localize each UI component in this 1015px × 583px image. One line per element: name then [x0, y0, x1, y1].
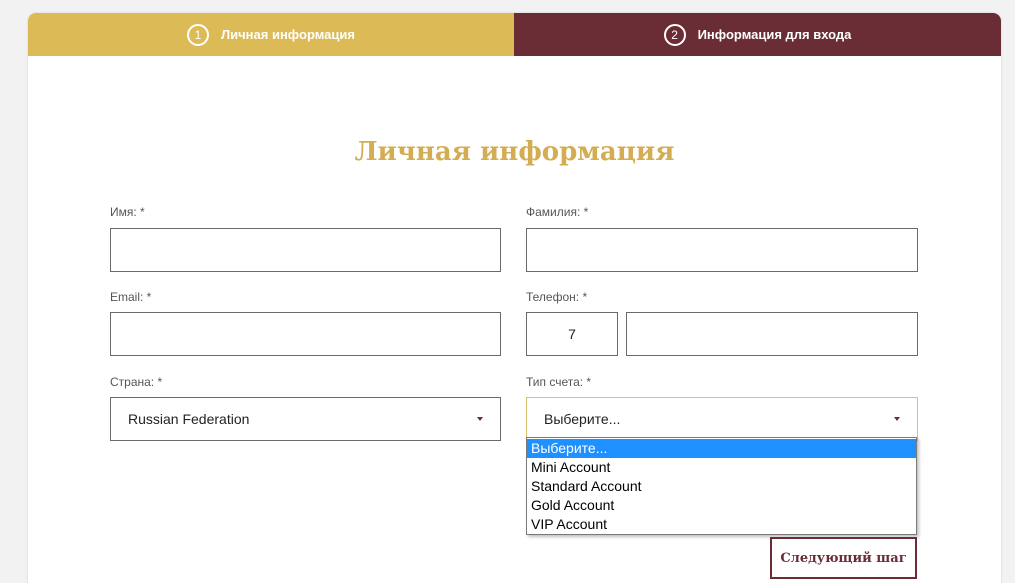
first-name-input[interactable]	[110, 228, 501, 272]
account-type-label: Тип счета: *	[526, 375, 592, 389]
step-number-circle: 1	[187, 23, 210, 46]
step-label: Информация для входа	[697, 27, 852, 42]
country-select[interactable]: Russian Federation	[110, 397, 501, 441]
next-step-button[interactable]: Следующий шаг	[770, 537, 917, 579]
account-type-dropdown: Выберите... Mini Account Standard Accoun…	[526, 437, 917, 535]
phone-label: Телефон: *	[526, 290, 588, 304]
page-title: Личная информация	[354, 137, 675, 167]
country-label: Страна: *	[110, 375, 163, 389]
last-name-input[interactable]	[526, 228, 918, 272]
country-selected-value: Russian Federation	[128, 411, 250, 427]
email-input[interactable]	[110, 312, 501, 356]
dropdown-option[interactable]: Gold Account	[527, 496, 916, 515]
step-tab-personal-info[interactable]: 1 Личная информация	[28, 13, 514, 56]
step-number-circle: 2	[663, 23, 686, 46]
account-type-select[interactable]: Выберите...	[526, 397, 918, 441]
step-label: Личная информация	[221, 27, 355, 42]
step-tab-login-info[interactable]: 2 Информация для входа	[514, 13, 1001, 56]
phone-code-input[interactable]: 7	[526, 312, 618, 356]
registration-card: 1 Личная информация 2 Информация для вхо…	[28, 13, 1001, 583]
phone-code-value: 7	[568, 326, 576, 342]
dropdown-option[interactable]: Standard Account	[527, 477, 916, 496]
caret-down-icon	[894, 417, 900, 421]
first-name-label: Имя: *	[110, 205, 145, 219]
dropdown-option[interactable]: VIP Account	[527, 515, 916, 534]
step-tabs: 1 Личная информация 2 Информация для вхо…	[28, 13, 1001, 56]
phone-number-input[interactable]	[626, 312, 918, 356]
dropdown-option[interactable]: Выберите...	[527, 439, 916, 458]
last-name-label: Фамилия: *	[526, 205, 589, 219]
email-label: Email: *	[110, 290, 152, 304]
account-type-selected-value: Выберите...	[544, 411, 621, 427]
dropdown-option[interactable]: Mini Account	[527, 458, 916, 477]
caret-down-icon	[477, 417, 483, 421]
